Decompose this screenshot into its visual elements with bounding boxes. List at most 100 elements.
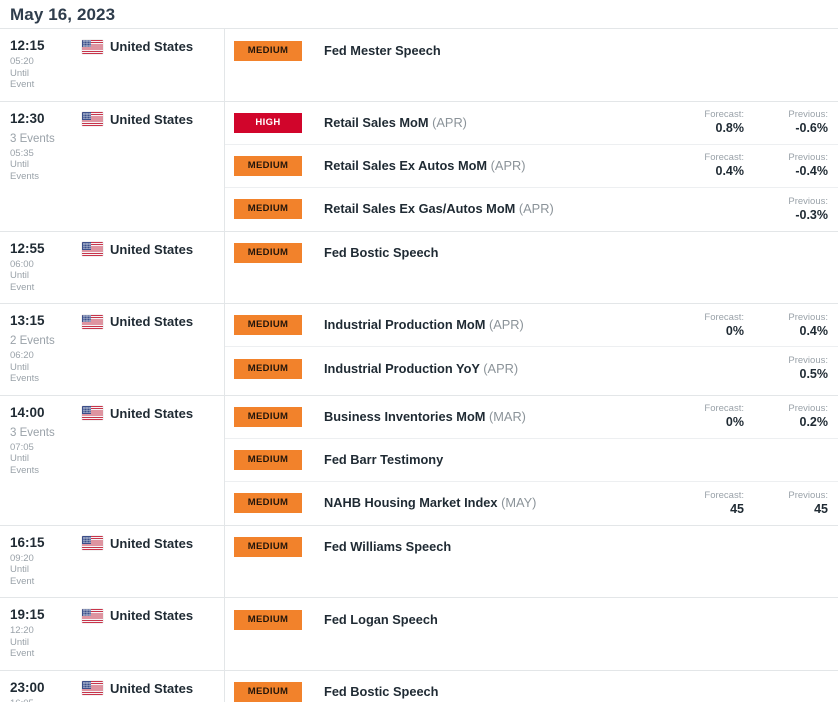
event-title[interactable]: Business Inventories MoM (MAR) — [324, 409, 660, 425]
country-cell: United States — [82, 313, 193, 329]
countdown-event-label: Events — [10, 373, 40, 384]
event-title[interactable]: Retail Sales MoM (APR) — [324, 115, 660, 131]
event-row[interactable]: MEDIUM Fed Logan Speech — [224, 598, 838, 641]
event-period: (APR) — [490, 157, 526, 173]
previous-label: Previous: — [788, 109, 828, 120]
event-row[interactable]: MEDIUM Business Inventories MoM (MAR) Fore… — [224, 396, 838, 439]
event-row[interactable]: MEDIUM Fed Barr Testimony — [224, 439, 838, 482]
forecast-label: Forecast: — [704, 109, 744, 120]
us-flag-icon — [82, 112, 103, 126]
forecast-stat: Forecast: 0% — [672, 403, 744, 430]
event-row[interactable]: HIGH Retail Sales MoM (APR) Forecast: 0.8% P… — [224, 102, 838, 145]
time-country-row: 12:15 United States — [10, 38, 224, 54]
impact-badge: HIGH — [234, 112, 302, 133]
country-name: United States — [110, 680, 194, 696]
country-cell: United States — [82, 111, 193, 127]
time-country-row: 12:55 United States — [10, 241, 224, 257]
events-cell: MEDIUM Business Inventories MoM (MAR) Fore… — [224, 396, 838, 525]
calendar-header: May 16, 2023 — [0, 0, 838, 28]
impact-badge: MEDIUM — [234, 243, 302, 263]
event-title[interactable]: Retail Sales Ex Gas/Autos MoM (APR) — [324, 201, 660, 217]
time-country-cell: 12:15 United States 05:20 Until Event — [0, 29, 224, 101]
event-row[interactable]: MEDIUM Fed Williams Speech — [224, 526, 838, 569]
countdown-until-label: Until — [10, 159, 30, 170]
event-row[interactable]: MEDIUM Fed Bostic Speech — [224, 671, 838, 702]
us-flag-icon — [82, 536, 103, 550]
countdown-event-label: Events — [10, 464, 40, 476]
events-cell: MEDIUM Fed Bostic Speech — [224, 232, 838, 304]
country-cell: United States — [82, 241, 193, 257]
forecast-label: Forecast: — [704, 152, 744, 163]
time-group: 14:00 United States 3 Events 07:05 Until Even… — [0, 396, 838, 526]
time-group: 19:15 United States 12:20 Until Event MEDIUM F… — [0, 598, 838, 671]
economic-calendar-table: 12:15 United States 05:20 Until Event MEDIUM F… — [0, 28, 838, 702]
event-title[interactable]: NAHB Housing Market Index (MAY) — [324, 495, 660, 511]
event-row[interactable]: MEDIUM NAHB Housing Market Index (MAY) For… — [224, 482, 838, 525]
previous-stat: Previous: 45 — [756, 490, 828, 517]
event-row[interactable]: MEDIUM Retail Sales Ex Autos MoM (APR) For… — [224, 145, 838, 188]
events-cell: MEDIUM Industrial Production MoM (APR) For… — [224, 304, 838, 395]
countdown-until-label: Until — [10, 564, 30, 575]
us-flag-icon — [82, 242, 103, 256]
forecast-stat: Forecast: 45 — [672, 490, 744, 517]
forecast-value: 0% — [725, 415, 744, 429]
countdown-event-label: Event — [10, 575, 35, 587]
time-country-row: 19:15 United States — [10, 607, 224, 623]
event-title[interactable]: Industrial Production MoM (APR) — [324, 317, 660, 333]
event-title[interactable]: Fed Williams Speech — [324, 539, 660, 555]
previous-label: Previous: — [788, 403, 828, 414]
event-period: (APR) — [488, 317, 524, 332]
event-title[interactable]: Fed Logan Speech — [324, 612, 660, 628]
countdown-block: 09:20 Until Event — [10, 553, 224, 588]
event-title[interactable]: Fed Bostic Speech — [324, 245, 660, 261]
flag-canton — [82, 536, 91, 544]
countdown-timer: 06:00 — [10, 258, 34, 270]
event-row[interactable]: MEDIUM Fed Bostic Speech — [224, 232, 838, 275]
previous-value: 45 — [814, 501, 828, 516]
countdown-timer: 09:20 — [10, 552, 34, 564]
time-group: 23:00 United States 16:05UntilEvent MEDIUM F… — [0, 671, 838, 702]
us-flag-icon — [82, 406, 103, 420]
previous-label: Previous: — [788, 195, 828, 207]
previous-stat: Previous: -0.4% — [756, 152, 828, 179]
event-title[interactable]: Fed Mester Speech — [324, 43, 660, 59]
event-time: 12:15 — [10, 38, 45, 53]
event-name: Fed Williams Speech — [324, 539, 452, 554]
event-time: 13:15 — [10, 313, 45, 328]
country-cell: United States — [82, 607, 193, 623]
previous-label: Previous: — [788, 152, 828, 163]
countdown-block: 12:20 Until Event — [10, 625, 224, 660]
event-title[interactable]: Fed Bostic Speech — [324, 684, 660, 700]
countdown-until-label: Until — [10, 270, 30, 281]
event-period: (APR) — [483, 360, 519, 376]
event-row[interactable]: MEDIUM Industrial Production MoM (APR) For… — [224, 304, 838, 347]
time-country-cell: 16:15 United States 09:20 Until Event — [0, 526, 224, 598]
previous-label: Previous: — [788, 355, 828, 366]
event-time: 23:00 — [10, 679, 45, 695]
event-period: (APR) — [518, 201, 554, 216]
countdown-block: 06:20 Until Events — [10, 350, 224, 385]
country-cell: United States — [82, 405, 193, 421]
event-title[interactable]: Fed Barr Testimony — [324, 452, 660, 468]
countdown-until-label: Until — [10, 453, 30, 464]
events-count-label: 2 Events — [10, 335, 55, 347]
previous-value: -0.3% — [795, 207, 828, 222]
event-period: (MAY) — [501, 495, 537, 510]
impact-badge: MEDIUM — [234, 358, 302, 379]
events-cell: MEDIUM Fed Bostic Speech — [224, 671, 838, 702]
events-count-label: 3 Events — [10, 426, 55, 439]
flag-canton — [82, 681, 91, 689]
countdown-event-label: Event — [10, 281, 35, 293]
impact-badge: MEDIUM — [234, 199, 302, 219]
event-row[interactable]: MEDIUM Industrial Production YoY (APR) Pre… — [224, 347, 838, 390]
event-title[interactable]: Retail Sales Ex Autos MoM (APR) — [324, 158, 660, 174]
economic-calendar-app: May 16, 2023 12:15 United States 05:20 Unti… — [0, 0, 838, 702]
flag-canton — [82, 39, 91, 48]
previous-value: 0.4% — [799, 323, 829, 338]
previous-value: 0.5% — [799, 367, 829, 381]
event-name: Fed Mester Speech — [324, 42, 441, 58]
event-title[interactable]: Industrial Production YoY (APR) — [324, 361, 660, 377]
event-row[interactable]: MEDIUM Retail Sales Ex Gas/Autos MoM (APR… — [224, 188, 838, 231]
time-country-cell: 19:15 United States 12:20 Until Event — [0, 598, 224, 670]
event-row[interactable]: MEDIUM Fed Mester Speech — [224, 29, 838, 72]
